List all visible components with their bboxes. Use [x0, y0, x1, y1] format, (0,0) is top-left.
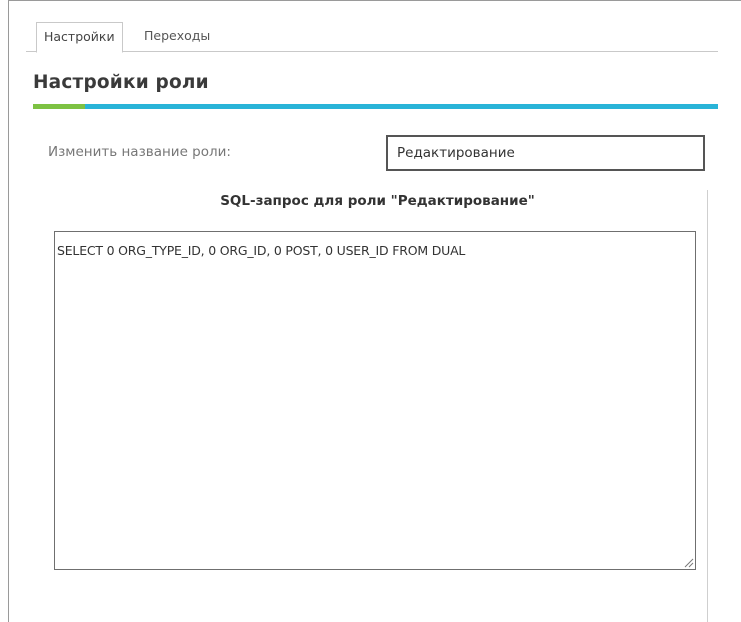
- tab-settings[interactable]: Настройки: [36, 22, 123, 53]
- panel-divider: [707, 190, 708, 622]
- section-title-underline: [33, 104, 718, 109]
- sql-query-heading-text: SQL-запрос для роли "Редактирование": [220, 193, 535, 209]
- tab-transitions[interactable]: Переходы: [137, 22, 217, 52]
- sql-query-textarea[interactable]: SELECT 0 ORG_TYPE_ID, 0 ORG_ID, 0 POST, …: [54, 231, 696, 570]
- role-name-input[interactable]: [386, 135, 705, 171]
- tab-bar: Настройки Переходы: [26, 22, 718, 53]
- resize-grip-icon[interactable]: [682, 556, 694, 568]
- role-name-label: Изменить название роли:: [48, 144, 231, 160]
- section-title-underline-accent: [33, 104, 85, 109]
- section-title: Настройки роли: [33, 72, 209, 93]
- sql-query-heading: SQL-запрос для роли "Редактирование": [0, 193, 741, 209]
